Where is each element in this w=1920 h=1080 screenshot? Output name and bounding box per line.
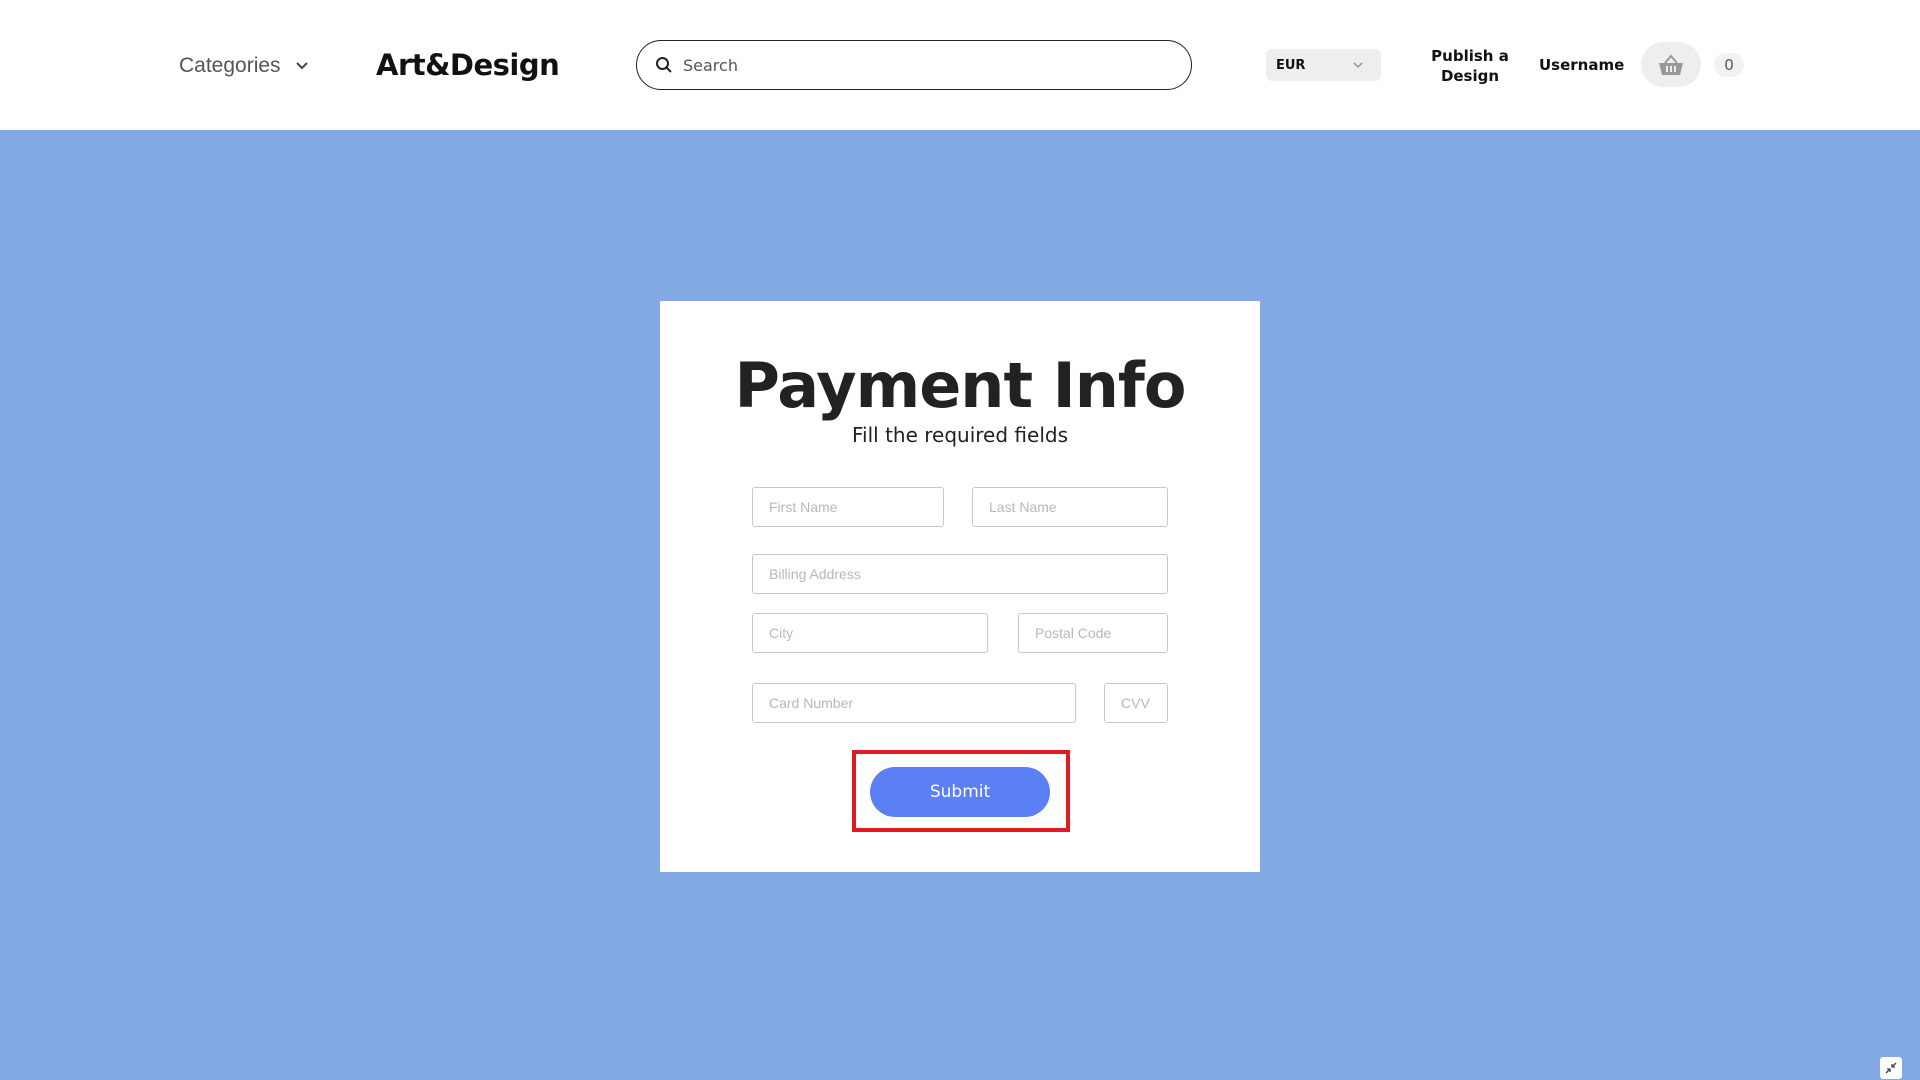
cart-count-badge: 0: [1714, 53, 1744, 77]
chevron-down-icon: [295, 61, 309, 71]
last-name-input[interactable]: [972, 487, 1168, 527]
currency-select[interactable]: EUR: [1266, 49, 1381, 81]
categories-dropdown[interactable]: Categories: [179, 54, 309, 78]
page-title: Payment Info: [734, 349, 1187, 422]
search-bar[interactable]: [636, 40, 1192, 90]
cart-button[interactable]: [1641, 42, 1701, 87]
payment-form-card: Payment Info Fill the required fields Su…: [660, 301, 1260, 872]
basket-icon: [1659, 53, 1683, 75]
categories-label: Categories: [179, 54, 281, 77]
search-input[interactable]: [683, 55, 1163, 75]
city-input[interactable]: [752, 613, 988, 653]
currency-value: EUR: [1276, 57, 1306, 73]
username-link[interactable]: Username: [1539, 56, 1624, 74]
billing-address-input[interactable]: [752, 554, 1168, 594]
header: Categories Art&Design EUR Publish a Desi…: [0, 0, 1920, 130]
page-subtitle: Fill the required fields: [852, 423, 1068, 447]
card-number-input[interactable]: [752, 683, 1076, 723]
submit-button[interactable]: Submit: [870, 767, 1050, 817]
cvv-input[interactable]: [1104, 683, 1168, 723]
first-name-input[interactable]: [752, 487, 944, 527]
search-icon: [656, 57, 672, 73]
site-logo[interactable]: Art&Design: [376, 48, 560, 82]
postal-code-input[interactable]: [1018, 613, 1168, 653]
collapse-icon: [1885, 1062, 1897, 1074]
publish-design-link[interactable]: Publish a Design: [1420, 46, 1520, 86]
collapse-button[interactable]: [1880, 1057, 1902, 1079]
chevron-down-icon: [1353, 62, 1363, 68]
